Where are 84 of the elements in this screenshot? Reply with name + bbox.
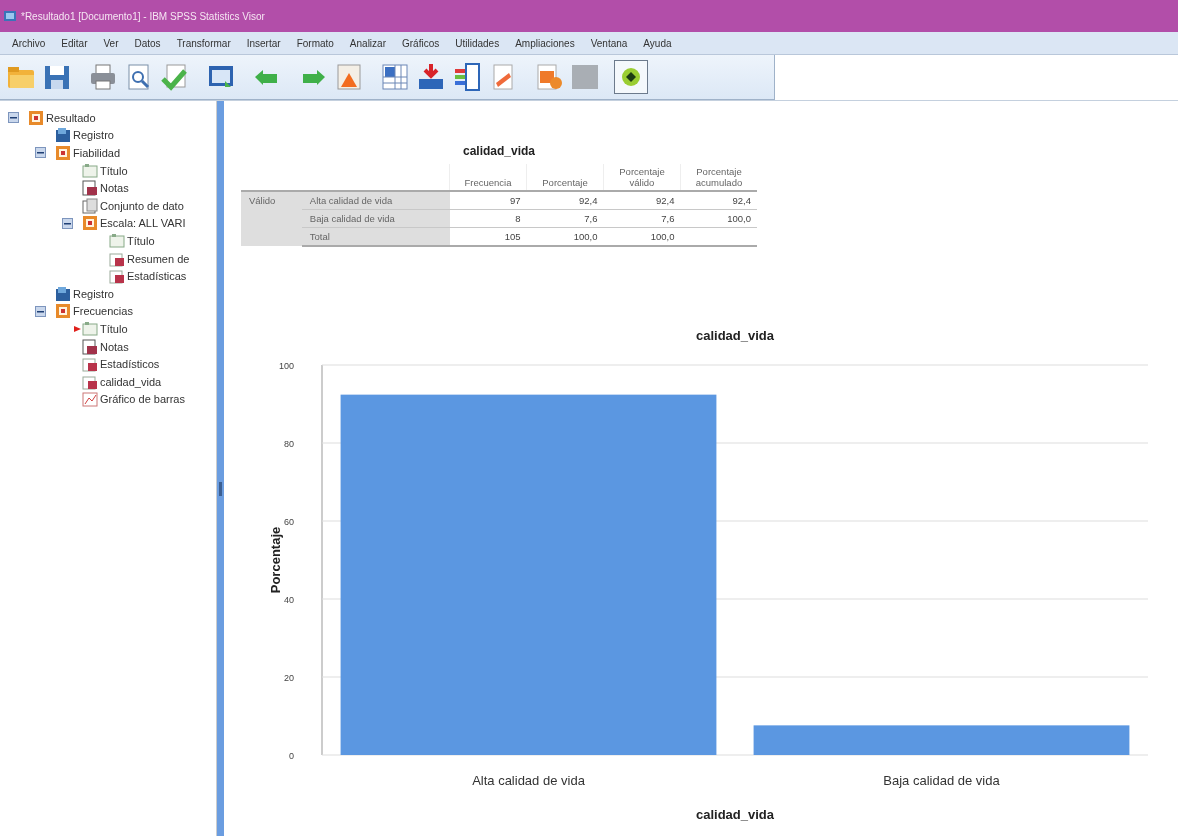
column-header: Porcentaje — [526, 164, 604, 191]
menu-item[interactable]: Utilidades — [447, 37, 508, 49]
table-cell: 100,0 — [680, 209, 757, 228]
menu-item[interactable]: Formato — [288, 37, 342, 49]
app-icon — [3, 9, 17, 23]
binder-icon — [55, 127, 71, 144]
menu-item[interactable]: Ventana — [582, 37, 636, 49]
table-icon — [109, 250, 125, 267]
axis-tick-label: 40 — [284, 595, 294, 605]
axis-tick-label: 100 — [278, 361, 294, 371]
menu-item[interactable]: Editar — [53, 37, 96, 49]
grid-icon — [379, 61, 411, 93]
collapse-icon[interactable] — [35, 147, 46, 159]
table-cell: 100,0 — [526, 227, 604, 246]
outline-item[interactable]: Escala: ALL VARI — [100, 217, 186, 230]
category-label: Alta calidad de vida — [472, 773, 585, 788]
y-axis-label: Porcentaje — [268, 526, 283, 594]
book-icon — [55, 145, 71, 161]
table-icon — [82, 373, 98, 390]
menu-item[interactable]: Archivo — [4, 37, 54, 49]
menu-item[interactable]: Insertar — [238, 37, 289, 49]
outline-item[interactable]: Registro — [73, 287, 114, 300]
table-cell: 8 — [449, 209, 527, 228]
outline-item[interactable]: Resultado — [46, 111, 96, 124]
table-cell: 92,4 — [680, 191, 757, 210]
row-group-header: Válido — [241, 191, 302, 246]
notes-icon — [82, 338, 98, 355]
toolbar-button[interactable] — [614, 60, 648, 94]
table-cell: 100,0 — [603, 227, 681, 246]
outline-item[interactable]: Resumen de — [127, 252, 190, 265]
axis-tick-label: 0 — [289, 751, 294, 761]
table-cell: 7,6 — [603, 209, 681, 228]
table-icon — [109, 268, 125, 285]
menu-item[interactable]: Ayuda — [635, 37, 680, 49]
outline-item[interactable]: Título — [127, 234, 155, 247]
axis-tick-label: 80 — [284, 439, 294, 449]
book-icon — [55, 303, 71, 320]
menu-item[interactable]: Ampliaciones — [507, 37, 583, 49]
table-cell: 92,4 — [526, 191, 604, 210]
binder-icon — [55, 285, 71, 302]
menu-item[interactable]: Datos — [126, 37, 169, 49]
window-title: *Resultado1 [Documento1] - IBM SPSS Statistics Visor — [21, 10, 265, 22]
category-label: Baja calidad de vida — [883, 773, 1000, 788]
chart-title: calidad_vida — [696, 328, 774, 343]
outline-item[interactable]: Notas — [100, 182, 129, 195]
chart-icon — [82, 391, 98, 408]
table-cell: 105 — [449, 227, 527, 246]
table-icon — [82, 356, 98, 373]
document-icon — [82, 197, 98, 214]
table-title: calidad_vida — [462, 144, 535, 158]
menu-item[interactable]: Analizar — [341, 37, 394, 49]
splitter-handle[interactable] — [219, 481, 222, 496]
outline-item[interactable]: Estadísticas — [127, 270, 187, 283]
outline-item[interactable]: Frecuencias — [73, 305, 133, 318]
notes-icon — [82, 180, 98, 197]
axis-tick-label: 20 — [284, 673, 294, 683]
menu-item[interactable]: Gráficos — [394, 37, 448, 49]
outline-item[interactable]: Título — [100, 322, 128, 335]
column-header: Porcentaje válido — [603, 164, 681, 191]
frame-icon — [109, 232, 125, 249]
column-header: Frecuencia — [449, 164, 527, 191]
menu-item[interactable]: Ver — [95, 37, 127, 49]
collapse-icon[interactable] — [62, 217, 73, 229]
axis-tick-label: 60 — [284, 517, 294, 527]
frame-icon — [82, 162, 98, 179]
outline-item[interactable]: Estadísticos — [100, 358, 160, 371]
outline-item[interactable]: Registro — [73, 129, 114, 142]
x-axis-label: calidad_vida — [696, 807, 774, 822]
outline-item[interactable]: Conjunto de dato — [100, 199, 184, 212]
outline-item[interactable]: Fiabilidad — [73, 147, 121, 159]
outline-item[interactable]: Gráfico de barras — [100, 393, 185, 406]
collapse-icon[interactable] — [35, 305, 46, 317]
book-icon — [28, 109, 44, 126]
frame-icon — [82, 320, 98, 337]
menu-item[interactable]: Transformar — [168, 37, 239, 49]
table-cell: 92,4 — [603, 191, 681, 210]
collapse-icon[interactable] — [8, 112, 19, 124]
outline-item[interactable]: Título — [100, 164, 128, 177]
table-cell: 97 — [449, 191, 527, 210]
table-cell: 7,6 — [526, 209, 604, 228]
column-header: Porcentaje acumulado — [680, 164, 757, 191]
outline-item[interactable]: calidad_vida — [100, 375, 162, 388]
outline-item[interactable]: Notas — [100, 340, 129, 353]
book-icon — [82, 215, 98, 232]
